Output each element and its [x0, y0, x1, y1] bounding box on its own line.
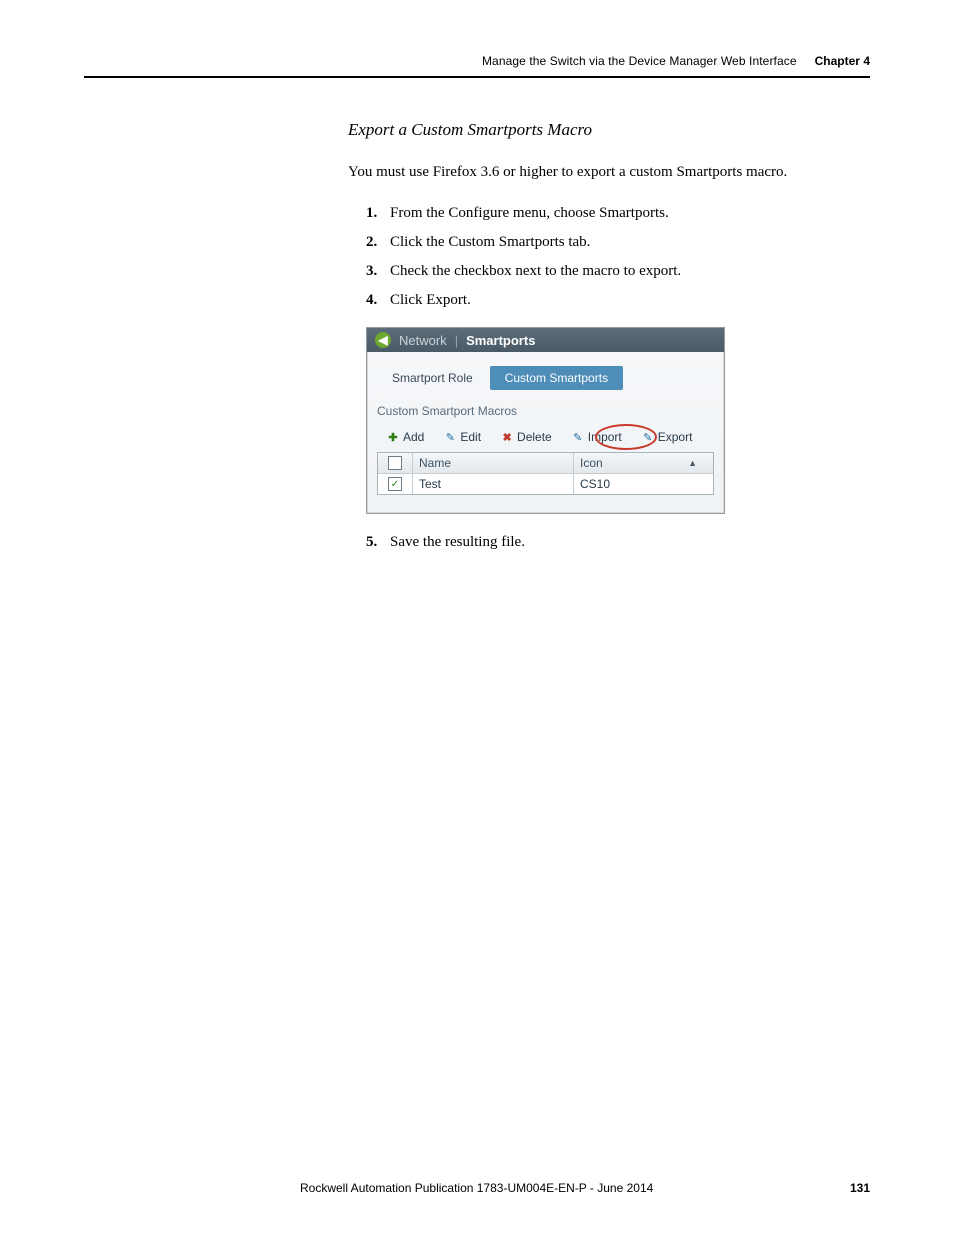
- header-checkbox-cell[interactable]: [378, 453, 413, 473]
- running-header-title: Manage the Switch via the Device Manager…: [482, 54, 797, 68]
- step-text: Save the resulting file.: [390, 534, 525, 551]
- section-heading: Export a Custom Smartports Macro: [348, 120, 870, 140]
- row-icon-value: CS10: [580, 477, 610, 491]
- row-checkbox-cell[interactable]: ✓: [378, 474, 413, 494]
- step-5: 5.Save the resulting file.: [366, 534, 870, 551]
- header-name-label: Name: [419, 456, 451, 470]
- tab-label: Smartport Role: [392, 371, 473, 385]
- row-icon: CS10: [574, 474, 713, 494]
- steps-list: 1.From the Configure menu, choose Smartp…: [366, 205, 870, 309]
- add-label: Add: [403, 430, 424, 444]
- step-1: 1.From the Configure menu, choose Smartp…: [366, 205, 870, 222]
- checkbox-icon: [388, 456, 402, 470]
- delete-label: Delete: [517, 430, 552, 444]
- header-icon-label: Icon: [580, 456, 603, 470]
- grid-header-row: Name Icon ▲: [378, 453, 713, 474]
- header-icon[interactable]: Icon ▲: [574, 453, 713, 473]
- header-name[interactable]: Name: [413, 453, 574, 473]
- delete-icon: ✖: [501, 431, 513, 443]
- tab-label: Custom Smartports: [505, 371, 608, 385]
- step-3: 3.Check the checkbox next to the macro t…: [366, 263, 870, 280]
- row-name-value: Test: [419, 477, 441, 491]
- pencil-icon: ✎: [572, 431, 584, 443]
- step-text: From the Configure menu, choose Smartpor…: [390, 205, 669, 222]
- footer-page-number: 131: [850, 1181, 870, 1195]
- panel-titlebar: ◀ Network | Smartports: [367, 328, 724, 352]
- sort-arrow-icon: ▲: [688, 458, 697, 468]
- footer-publication: Rockwell Automation Publication 1783-UM0…: [300, 1181, 653, 1195]
- screenshot-panel: ◀ Network | Smartports Smartport Role Cu…: [366, 327, 725, 514]
- running-header: Manage the Switch via the Device Manager…: [84, 54, 870, 78]
- export-button[interactable]: ✎ Export: [634, 428, 701, 446]
- page-footer: Rockwell Automation Publication 1783-UM0…: [84, 1181, 870, 1195]
- pencil-icon: ✎: [444, 431, 456, 443]
- toolbar: ✚ Add ✎ Edit ✖ Delete ✎ Import: [377, 428, 714, 446]
- breadcrumb-separator: |: [455, 333, 458, 348]
- checkbox-checked-icon: ✓: [388, 477, 402, 491]
- pencil-icon: ✎: [642, 431, 654, 443]
- add-button[interactable]: ✚ Add: [379, 428, 432, 446]
- tab-smartport-role[interactable]: Smartport Role: [377, 366, 488, 390]
- tab-custom-smartports[interactable]: Custom Smartports: [490, 366, 623, 390]
- edit-button[interactable]: ✎ Edit: [436, 428, 489, 446]
- table-row[interactable]: ✓ Test CS10: [378, 474, 713, 494]
- breadcrumb-parent[interactable]: Network: [399, 333, 447, 348]
- step-4: 4.Click Export.: [366, 292, 870, 309]
- add-icon: ✚: [387, 431, 399, 443]
- step-text: Click the Custom Smartports tab.: [390, 234, 590, 251]
- step-text: Check the checkbox next to the macro to …: [390, 263, 681, 280]
- delete-button[interactable]: ✖ Delete: [493, 428, 560, 446]
- import-button[interactable]: ✎ Import: [564, 428, 630, 446]
- intro-text: You must use Firefox 3.6 or higher to ex…: [348, 162, 870, 183]
- macro-grid: Name Icon ▲ ✓ Test: [377, 452, 714, 495]
- panel-section-label: Custom Smartport Macros: [377, 404, 714, 418]
- export-label: Export: [658, 430, 693, 444]
- import-label: Import: [588, 430, 622, 444]
- step-2: 2.Click the Custom Smartports tab.: [366, 234, 870, 251]
- steps-list-continued: 5.Save the resulting file.: [366, 534, 870, 551]
- breadcrumb-current: Smartports: [466, 333, 535, 348]
- step-text: Click Export.: [390, 292, 471, 309]
- row-name: Test: [413, 474, 574, 494]
- tabs: Smartport Role Custom Smartports: [377, 366, 714, 390]
- running-header-chapter: Chapter 4: [815, 54, 870, 68]
- edit-label: Edit: [460, 430, 481, 444]
- back-icon[interactable]: ◀: [375, 332, 391, 348]
